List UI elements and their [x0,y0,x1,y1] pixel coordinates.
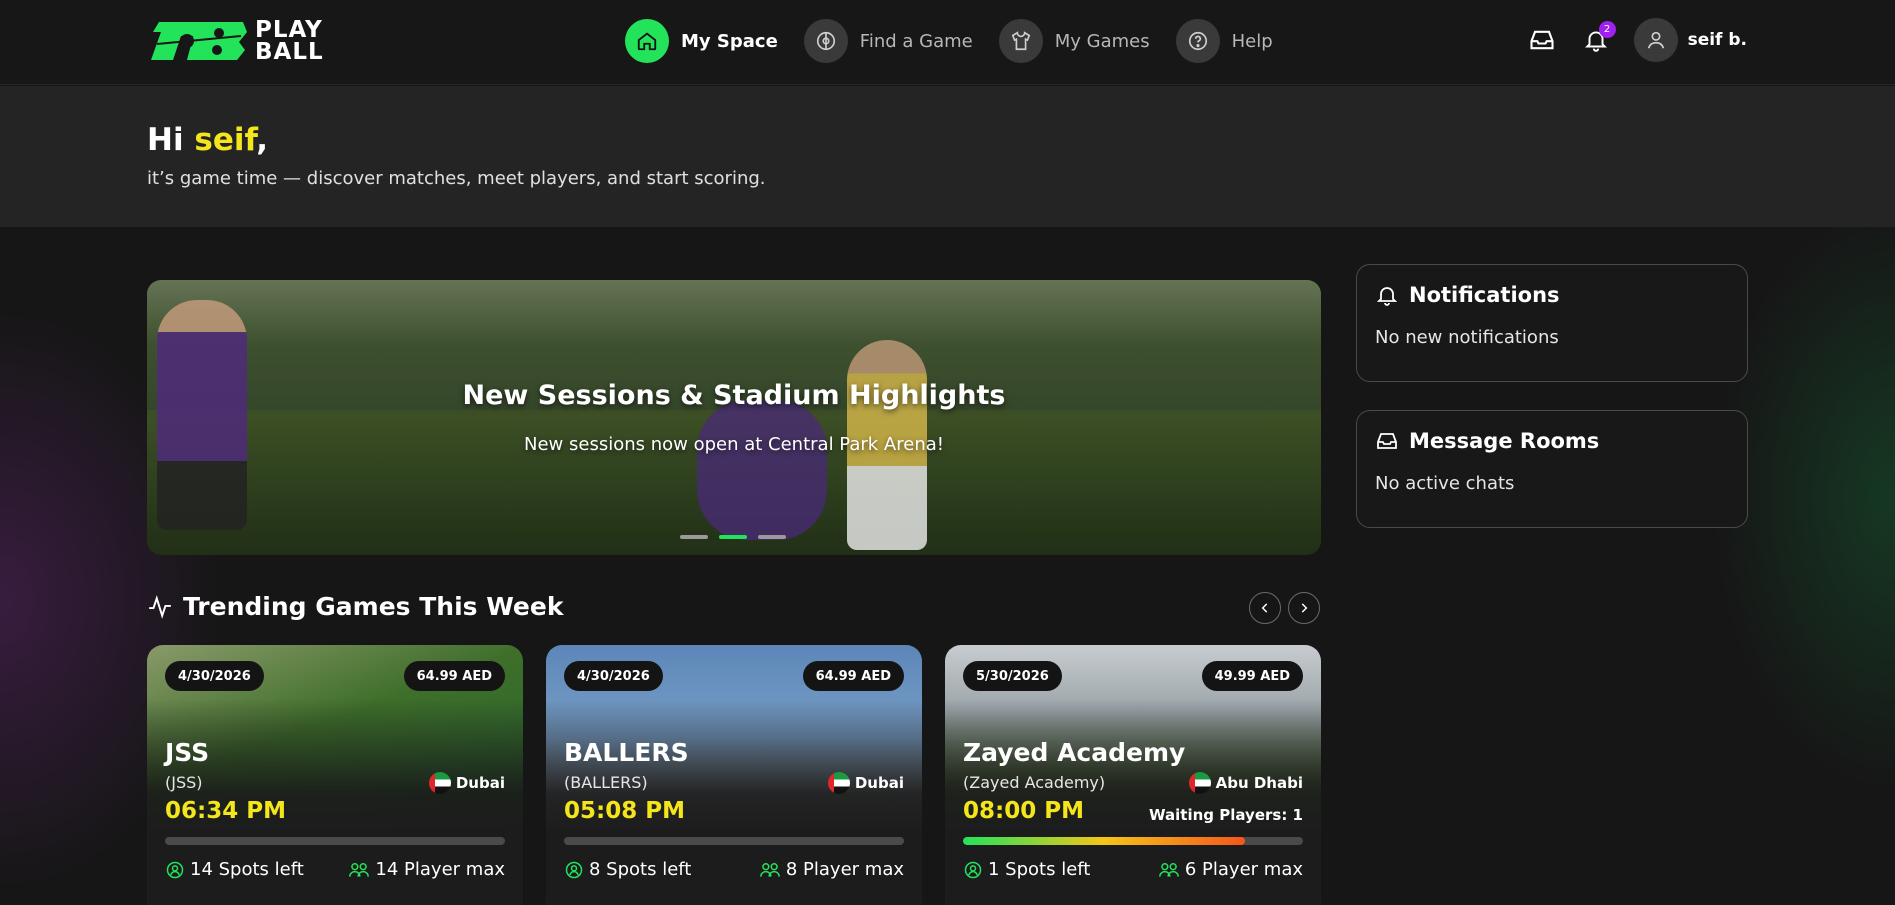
game-subtitle: (Zayed Academy) [963,773,1106,792]
game-time: 06:34 PM [165,798,286,824]
trending-arrows [1249,592,1327,624]
notifications-button[interactable]: 2 [1580,21,1616,56]
game-price: 64.99 AED [802,661,904,691]
spots-left: 1 Spots left [963,859,1090,880]
player-max: 14 Player max [348,859,505,880]
user-circle-icon [565,861,583,878]
game-subtitle: (JSS) [165,773,203,792]
next-button[interactable] [1288,592,1320,624]
users-icon [1158,862,1179,877]
spots-left: 8 Spots left [564,859,691,880]
carousel-dot[interactable] [758,535,786,539]
user-icon [1647,31,1664,49]
carousel-dots [680,535,797,539]
greeting-banner: Hi seif, it’s game time — discover match… [0,86,1895,227]
trending-heading: Trending Games This Week [147,592,563,621]
top-right-actions: 2 seif b. [1526,18,1747,62]
spots-progress-bar [564,837,904,845]
game-card[interactable]: 4/30/2026 64.99 AED BALLERS (BALLERS) Du… [546,645,922,905]
avatar[interactable] [1633,18,1678,62]
users-icon [759,862,780,877]
messages-empty: No active chats [1375,473,1515,494]
user-circle-icon [166,861,184,878]
hero-carousel[interactable]: New Sessions & Stadium Highlights New se… [147,280,1321,555]
chevron-left-icon [1261,603,1268,613]
nav-label: My Space [681,30,778,52]
spots-left: 14 Spots left [165,859,304,880]
game-title: BALLERS [564,738,689,767]
help-icon [1175,19,1220,63]
inbox-button[interactable] [1526,24,1558,56]
hero-subtitle: New sessions now open at Central Park Ar… [524,434,944,455]
nav-find-a-game[interactable]: Find a Game [803,19,973,63]
notification-count-badge: 2 [1598,21,1616,38]
nav-label: Help [1231,30,1273,52]
game-date: 4/30/2026 [165,661,264,691]
game-title: Zayed Academy [963,738,1186,767]
game-time: 05:08 PM [564,798,685,824]
game-card[interactable]: 4/30/2026 64.99 AED JSS (JSS) Dubai 06:3… [147,645,523,905]
game-date: 4/30/2026 [564,661,663,691]
carousel-dot-active[interactable] [719,535,747,539]
panel-title: Notifications [1409,283,1560,307]
trending-title: Trending Games This Week [183,592,564,621]
game-city: Dubai [827,772,904,794]
user-first-name: seif [194,122,257,158]
home-icon [625,19,669,63]
uae-flag-icon [827,772,850,794]
game-title: JSS [165,738,210,767]
game-price: 64.99 AED [403,661,505,691]
nav-help[interactable]: Help [1175,19,1273,63]
top-navigation-bar: PLAY BALL My Space Find a Game My Games [0,0,1895,85]
message-rooms-panel: Message Rooms No active chats [1356,410,1748,528]
notifications-panel: Notifications No new notifications [1356,264,1748,382]
nav-my-space[interactable]: My Space [625,19,778,63]
pb-logo-mark [151,22,247,60]
uae-flag-icon [428,772,451,794]
inbox-icon [1530,30,1554,50]
player-max: 6 Player max [1158,859,1303,880]
spots-progress-bar [963,837,1303,845]
player-max: 8 Player max [759,859,904,880]
nav-my-games[interactable]: My Games [998,19,1150,63]
game-city: Dubai [428,772,505,794]
carousel-dot[interactable] [680,535,708,539]
nav-label: My Games [1054,30,1150,52]
nav-label: Find a Game [859,30,973,52]
greeting-title: Hi seif, [147,122,269,158]
panel-title: Message Rooms [1409,429,1600,453]
inbox-icon [1377,433,1397,449]
game-card[interactable]: 5/30/2026 49.99 AED Zayed Academy (Zayed… [945,645,1321,905]
prev-button[interactable] [1249,592,1281,624]
spots-progress-bar [165,837,505,845]
chevron-right-icon [1301,603,1308,613]
bell-icon [1376,287,1398,306]
greeting-subtitle: it’s game time — discover matches, meet … [147,168,766,189]
activity-icon [149,594,171,619]
uae-flag-icon [1188,772,1211,794]
game-time: 08:00 PM [963,798,1084,824]
game-subtitle: (BALLERS) [564,773,648,792]
main-nav: My Space Find a Game My Games Help [625,19,1299,63]
ball-icon [803,19,848,63]
game-price: 49.99 AED [1201,661,1303,691]
user-circle-icon [964,861,982,878]
logo-text: PLAY BALL [255,17,324,65]
game-city: Abu Dhabi [1188,772,1303,794]
username[interactable]: seif b. [1688,30,1747,50]
shirt-icon [998,19,1043,63]
notifications-empty: No new notifications [1375,327,1559,348]
users-icon [349,862,370,877]
game-date: 5/30/2026 [963,661,1062,691]
hero-title: New Sessions & Stadium Highlights [462,380,1006,411]
hero-player-figure [157,300,247,530]
waiting-players: Waiting Players: 1 [1149,806,1303,824]
playball-logo[interactable]: PLAY BALL [147,18,324,64]
game-cards: 4/30/2026 64.99 AED JSS (JSS) Dubai 06:3… [147,645,1344,905]
hero-player-figure [697,400,827,540]
